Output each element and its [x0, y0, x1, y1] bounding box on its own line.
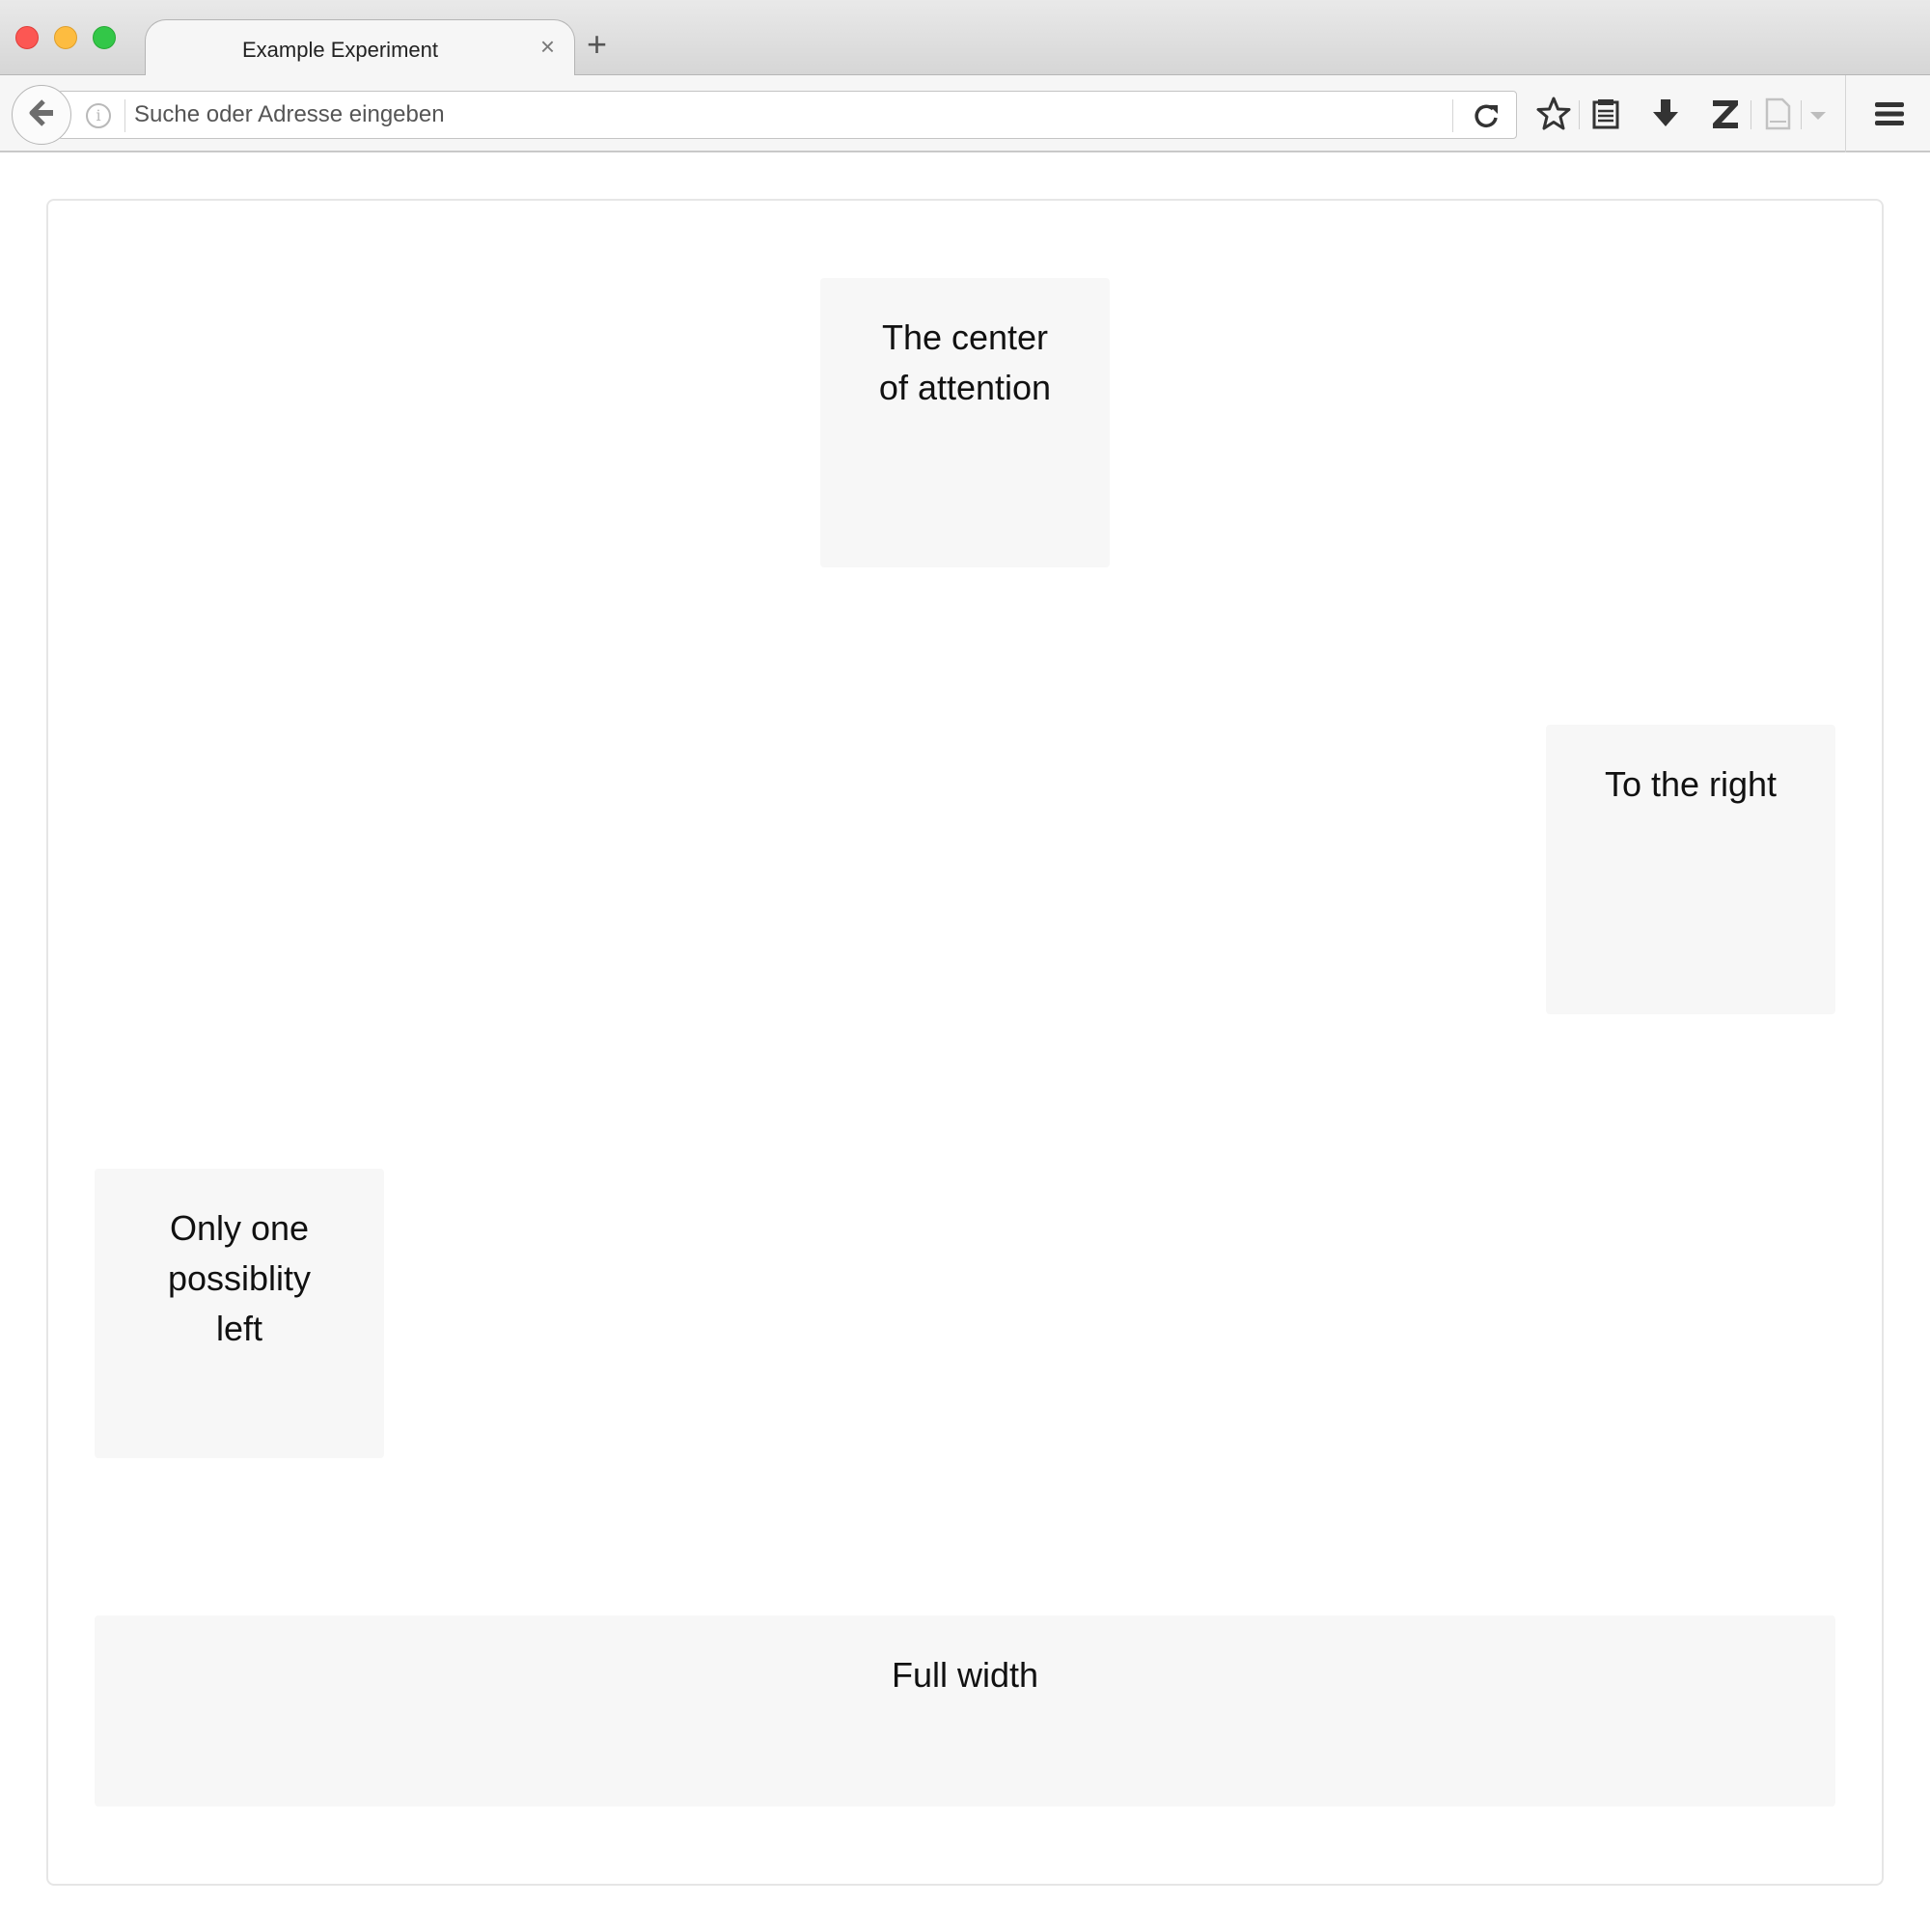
zotero-icon[interactable]: [1706, 95, 1745, 133]
full-width-box-text: Full width: [891, 1655, 1039, 1695]
reading-list-icon[interactable]: [1586, 95, 1625, 133]
url-bar: i: [58, 91, 1517, 139]
right-box-text: To the right: [1604, 764, 1778, 804]
page-icon[interactable]: [1758, 95, 1797, 133]
browser-titlebar: Example Experiment × +: [0, 0, 1930, 76]
url-separator: [124, 99, 125, 132]
hamburger-menu-icon[interactable]: [1870, 95, 1909, 133]
toolbar-separator: [1579, 100, 1580, 129]
window-zoom-button[interactable]: [93, 26, 116, 49]
left-box-text: Only one possiblity left: [167, 1208, 312, 1348]
center-box-text: The center of attention: [878, 317, 1052, 407]
tab-close-icon[interactable]: ×: [540, 34, 555, 59]
toolbar-separator: [1801, 100, 1802, 129]
back-button[interactable]: [12, 85, 71, 145]
reload-icon[interactable]: [1470, 99, 1504, 132]
reload-separator: [1452, 99, 1453, 132]
left-box: Only one possiblity left: [95, 1169, 384, 1458]
info-icon[interactable]: i: [86, 103, 111, 128]
window-minimize-button[interactable]: [54, 26, 77, 49]
center-box: The center of attention: [820, 278, 1110, 567]
navigation-toolbar: i: [0, 75, 1930, 152]
full-width-box: Full width: [95, 1615, 1835, 1807]
right-box: To the right: [1546, 725, 1835, 1014]
tab-example-experiment[interactable]: Example Experiment ×: [145, 19, 575, 76]
star-icon[interactable]: [1534, 95, 1573, 133]
toolbar-separator: [1845, 75, 1846, 152]
tab-title: Example Experiment: [242, 38, 438, 62]
download-icon[interactable]: [1646, 95, 1685, 133]
new-tab-button[interactable]: +: [587, 27, 607, 62]
window-close-button[interactable]: [15, 26, 39, 49]
dropdown-arrow-icon[interactable]: [1806, 95, 1830, 133]
back-arrow-icon: [24, 96, 59, 135]
url-input[interactable]: [134, 94, 1485, 136]
